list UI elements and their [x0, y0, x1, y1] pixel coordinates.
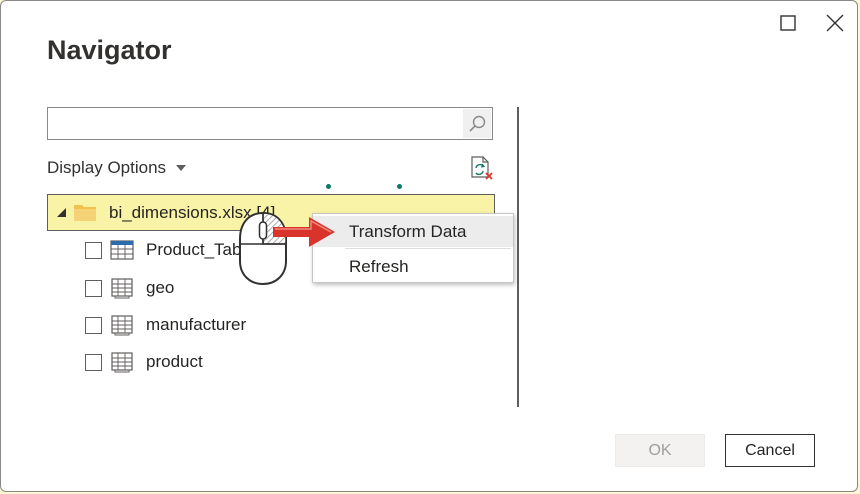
- menu-item-label: Transform Data: [349, 222, 467, 241]
- tree-item-label: geo: [146, 278, 175, 297]
- menu-divider: [345, 248, 511, 249]
- pane-splitter[interactable]: [517, 107, 519, 407]
- checkbox[interactable]: [85, 280, 102, 297]
- sheet-icon: [111, 315, 133, 336]
- checkbox[interactable]: [85, 242, 102, 259]
- search-input[interactable]: [54, 113, 458, 135]
- display-options-label: Display Options: [47, 158, 167, 177]
- sheet-icon: [111, 278, 133, 299]
- checkbox[interactable]: [85, 354, 102, 371]
- tree-item-label: manufacturer: [146, 315, 247, 334]
- search-button[interactable]: [463, 109, 491, 138]
- close-icon[interactable]: [823, 11, 847, 35]
- tree-item-manufacturer[interactable]: manufacturer: [85, 314, 385, 338]
- context-menu: Transform Data Refresh: [312, 213, 514, 283]
- sheet-icon: [111, 352, 133, 373]
- arrow-right-icon: [273, 217, 335, 247]
- chevron-down-icon: [176, 165, 187, 171]
- navigator-dialog: Navigator Display Options bi_dimensions.…: [0, 0, 858, 492]
- checkbox[interactable]: [85, 317, 102, 334]
- indicator-dot: [326, 184, 331, 189]
- expand-collapse-icon[interactable]: [57, 208, 66, 217]
- menu-item-transform-data[interactable]: Transform Data: [313, 216, 513, 247]
- menu-item-label: Refresh: [349, 257, 409, 276]
- maximize-icon[interactable]: [776, 11, 800, 35]
- tree-item-label: product: [146, 352, 203, 371]
- cancel-button[interactable]: Cancel: [725, 434, 815, 467]
- display-options-dropdown[interactable]: Display Options: [47, 158, 187, 178]
- table-icon: [110, 240, 134, 260]
- refresh-icon[interactable]: [467, 154, 495, 182]
- menu-item-refresh[interactable]: Refresh: [313, 251, 513, 282]
- search-field[interactable]: [47, 107, 493, 140]
- search-icon: [469, 115, 486, 132]
- ok-button[interactable]: OK: [615, 434, 705, 467]
- dialog-title: Navigator: [47, 35, 172, 65]
- folder-icon: [74, 205, 96, 221]
- indicator-dot: [397, 184, 402, 189]
- tree-item-product[interactable]: product: [85, 351, 385, 375]
